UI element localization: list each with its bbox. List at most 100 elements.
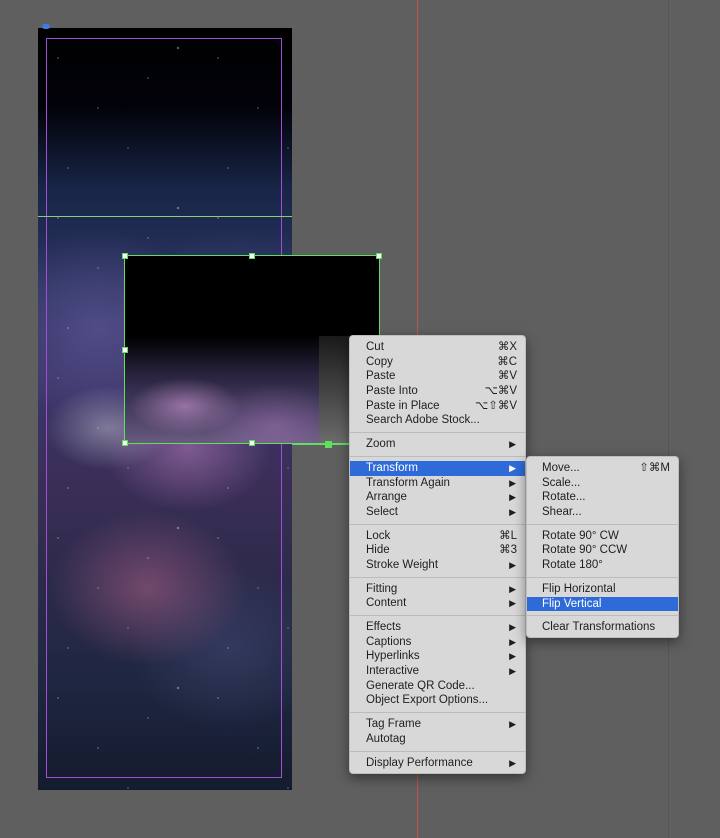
menu-separator — [350, 615, 525, 616]
menu-item-label: Hide — [366, 544, 390, 557]
resize-handle-top-left[interactable] — [122, 253, 128, 259]
menu-item-shortcut: ⌥⌘V — [484, 385, 517, 398]
submenu-item-move[interactable]: Move... ⇧⌘M — [527, 461, 678, 476]
menu-separator — [527, 576, 678, 578]
menu-item-shortcut: ⌥⇧⌘V — [474, 399, 517, 412]
menu-item-fitting[interactable]: Fitting ▶ — [350, 582, 525, 597]
pasteboard-edge — [668, 0, 669, 838]
submenu-arrow-icon: ▶ — [509, 719, 516, 730]
menu-item-label: Flip Horizontal — [542, 582, 616, 595]
menu-item-paste-into[interactable]: Paste Into ⌥⌘V — [350, 384, 525, 399]
menu-item-label: Rotate 90° CW — [542, 529, 619, 542]
menu-item-shortcut: ⌘V — [497, 370, 517, 383]
menu-item-autotag[interactable]: Autotag — [350, 732, 525, 747]
menu-item-transform-again[interactable]: Transform Again ▶ — [350, 476, 525, 491]
resize-handle-top-right[interactable] — [376, 253, 382, 259]
menu-item-shortcut: ⌘3 — [499, 544, 517, 557]
menu-item-content[interactable]: Content ▶ — [350, 596, 525, 611]
menu-item-label: Tag Frame — [366, 718, 421, 731]
menu-item-generate-qr-code[interactable]: Generate QR Code... — [350, 679, 525, 694]
submenu-arrow-icon: ▶ — [509, 477, 516, 488]
menu-item-captions[interactable]: Captions ▶ — [350, 635, 525, 650]
menu-separator — [527, 523, 678, 525]
transform-submenu: Move... ⇧⌘M Scale... Rotate... Shear... Rotat… — [526, 456, 679, 638]
menu-item-label: Arrange — [366, 491, 407, 504]
menu-item-label: Search Adobe Stock... — [366, 414, 480, 427]
menu-separator — [350, 712, 525, 714]
resize-handle-middle-left[interactable] — [122, 347, 128, 353]
menu-item-hide[interactable]: Hide ⌘3 — [350, 543, 525, 558]
submenu-item-rotate-90-cw[interactable]: Rotate 90° CW — [527, 529, 678, 544]
menu-item-label: Rotate... — [542, 491, 586, 504]
submenu-arrow-icon: ▶ — [509, 492, 516, 503]
menu-item-label: Lock — [366, 529, 391, 542]
menu-separator — [350, 750, 525, 752]
menu-item-shortcut: ⌘L — [499, 529, 517, 542]
submenu-item-shear[interactable]: Shear... — [527, 505, 678, 520]
menu-item-label: Stroke Weight — [366, 558, 439, 571]
frame-bottom-edge — [292, 444, 352, 445]
menu-item-label: Autotag — [366, 732, 406, 745]
resize-handle-top-center[interactable] — [249, 253, 255, 259]
menu-item-label: Cut — [366, 341, 384, 353]
menu-item-label: Scale... — [542, 476, 581, 489]
menu-item-label: Transform — [366, 461, 418, 474]
submenu-item-scale[interactable]: Scale... — [527, 476, 678, 491]
submenu-item-flip-vertical[interactable]: Flip Vertical — [527, 596, 678, 612]
menu-item-shortcut: ⌘C — [497, 355, 517, 368]
submenu-arrow-icon: ▶ — [509, 757, 516, 768]
menu-item-lock[interactable]: Lock ⌘L — [350, 529, 525, 544]
menu-item-display-performance[interactable]: Display Performance ▶ — [350, 756, 525, 771]
resize-handle-bottom-center[interactable] — [249, 440, 255, 446]
menu-item-label: Paste in Place — [366, 399, 440, 412]
menu-item-transform[interactable]: Transform ▶ — [350, 460, 525, 476]
menu-item-cut[interactable]: Cut ⌘X — [350, 340, 525, 355]
submenu-arrow-icon: ▶ — [509, 559, 516, 570]
content-grabber-handle[interactable] — [325, 441, 332, 448]
menu-item-paste-in-place[interactable]: Paste in Place ⌥⇧⌘V — [350, 399, 525, 414]
context-menu: Cut ⌘X Copy ⌘C Paste ⌘V Paste Into ⌥⌘V Paste in … — [349, 335, 526, 774]
menu-item-label: Effects — [366, 621, 401, 633]
menu-item-select[interactable]: Select ▶ — [350, 505, 525, 520]
menu-item-label: Paste Into — [366, 385, 418, 398]
menu-item-label: Move... — [542, 462, 580, 474]
submenu-item-rotate-180[interactable]: Rotate 180° — [527, 558, 678, 573]
menu-item-label: Content — [366, 597, 407, 610]
submenu-item-flip-horizontal[interactable]: Flip Horizontal — [527, 582, 678, 597]
menu-item-paste[interactable]: Paste ⌘V — [350, 369, 525, 384]
menu-item-shortcut: ⇧⌘M — [639, 462, 670, 474]
submenu-arrow-icon: ▶ — [509, 439, 516, 450]
menu-item-effects[interactable]: Effects ▶ — [350, 620, 525, 635]
menu-item-label: Copy — [366, 355, 393, 368]
submenu-arrow-icon: ▶ — [509, 506, 516, 517]
menu-item-tag-frame[interactable]: Tag Frame ▶ — [350, 717, 525, 732]
menu-item-object-export-options[interactable]: Object Export Options... — [350, 693, 525, 708]
menu-item-label: Object Export Options... — [366, 694, 489, 707]
page-marker-icon — [42, 24, 50, 29]
submenu-item-rotate[interactable]: Rotate... — [527, 490, 678, 505]
menu-item-label: Clear Transformations — [542, 621, 656, 634]
menu-item-shortcut: ⌘X — [497, 341, 517, 353]
menu-item-interactive[interactable]: Interactive ▶ — [350, 664, 525, 679]
menu-item-label: Shear... — [542, 506, 582, 519]
submenu-arrow-icon: ▶ — [509, 598, 516, 609]
menu-item-label: Captions — [366, 635, 412, 648]
submenu-arrow-icon: ▶ — [509, 636, 516, 647]
menu-item-stroke-weight[interactable]: Stroke Weight ▶ — [350, 558, 525, 573]
menu-item-label: Select — [366, 505, 398, 518]
menu-item-zoom[interactable]: Zoom ▶ — [350, 437, 525, 452]
menu-item-copy[interactable]: Copy ⌘C — [350, 355, 525, 370]
menu-item-arrange[interactable]: Arrange ▶ — [350, 490, 525, 505]
submenu-item-rotate-90-ccw[interactable]: Rotate 90° CCW — [527, 543, 678, 558]
menu-item-label: Rotate 90° CCW — [542, 544, 628, 557]
resize-handle-bottom-left[interactable] — [122, 440, 128, 446]
submenu-item-clear-transformations[interactable]: Clear Transformations — [527, 620, 678, 635]
menu-item-label: Fitting — [366, 582, 398, 595]
menu-item-search-adobe-stock[interactable]: Search Adobe Stock... — [350, 413, 525, 428]
menu-item-hyperlinks[interactable]: Hyperlinks ▶ — [350, 649, 525, 664]
horizontal-ruler-guide[interactable] — [38, 216, 292, 217]
selected-image-frame[interactable] — [122, 253, 382, 446]
submenu-arrow-icon: ▶ — [509, 651, 516, 662]
menu-item-label: Zoom — [366, 438, 396, 451]
menu-item-label: Display Performance — [366, 756, 473, 769]
